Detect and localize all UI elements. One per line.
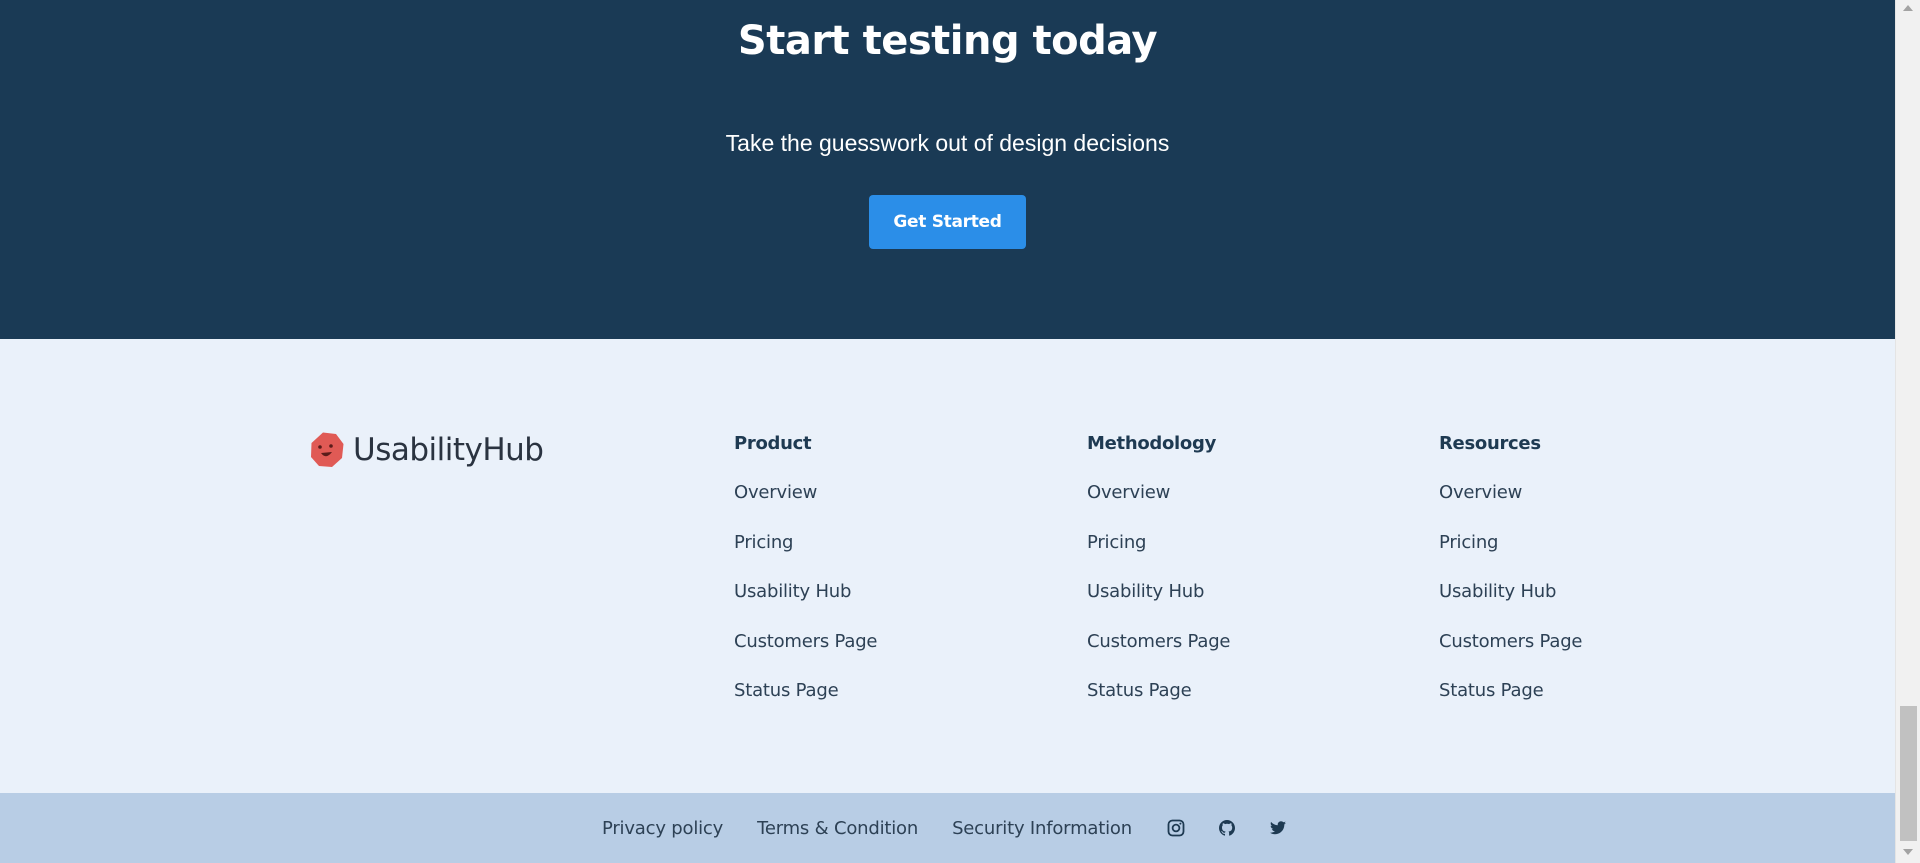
cta-subtitle: Take the guesswork out of design decisio… — [725, 130, 1170, 156]
scroll-up-arrow-icon[interactable] — [1903, 5, 1913, 11]
vertical-scrollbar[interactable] — [1895, 0, 1920, 863]
instagram-icon[interactable] — [1166, 818, 1186, 838]
footer-link[interactable]: Usability Hub — [1087, 579, 1337, 605]
footer-column-methodology: Methodology Overview Pricing Usability H… — [1087, 431, 1337, 704]
footer-link[interactable]: Pricing — [734, 530, 984, 556]
footer-link[interactable]: Overview — [734, 480, 984, 506]
usabilityhub-logo-icon — [311, 432, 344, 467]
footer-link[interactable]: Pricing — [1439, 530, 1689, 556]
scrollbar-thumb[interactable] — [1900, 706, 1917, 841]
page: Start testing today Take the guesswork o… — [0, 0, 1920, 863]
footer-column-resources: Resources Overview Pricing Usability Hub… — [1439, 431, 1689, 704]
footer-link[interactable]: Usability Hub — [1439, 579, 1689, 605]
footer-link[interactable]: Pricing — [1087, 530, 1337, 556]
get-started-button[interactable]: Get Started — [869, 195, 1026, 249]
column-heading: Resources — [1439, 433, 1541, 454]
footer-link[interactable]: Status Page — [1439, 678, 1689, 704]
footer-link[interactable]: Customers Page — [1087, 629, 1337, 655]
bottom-bar: Privacy policy Terms & Condition Securit… — [0, 793, 1895, 863]
github-icon[interactable] — [1217, 818, 1237, 838]
privacy-policy-link[interactable]: Privacy policy — [602, 818, 723, 839]
footer-link[interactable]: Status Page — [1087, 678, 1337, 704]
footer-link[interactable]: Usability Hub — [734, 579, 984, 605]
scroll-down-arrow-icon[interactable] — [1903, 849, 1913, 855]
terms-condition-link[interactable]: Terms & Condition — [757, 818, 918, 839]
footer-link[interactable]: Overview — [1439, 480, 1689, 506]
footer-link[interactable]: Overview — [1087, 480, 1337, 506]
footer-column-product: Product Overview Pricing Usability Hub C… — [734, 431, 984, 704]
footer-link[interactable]: Customers Page — [734, 629, 984, 655]
main-content: Start testing today Take the guesswork o… — [0, 0, 1895, 863]
bottom-bar-links: Privacy policy Terms & Condition Securit… — [602, 793, 1319, 863]
cta-title: Start testing today — [737, 18, 1158, 64]
cta-section: Start testing today Take the guesswork o… — [0, 0, 1895, 339]
twitter-icon[interactable] — [1268, 818, 1288, 838]
footer-link[interactable]: Customers Page — [1439, 629, 1689, 655]
column-heading: Methodology — [1087, 433, 1217, 454]
column-heading: Product — [734, 433, 812, 454]
footer-link[interactable]: Status Page — [734, 678, 984, 704]
footer: UsabilityHub Product Overview Pricing Us… — [0, 339, 1895, 793]
security-information-link[interactable]: Security Information — [952, 818, 1132, 839]
brand-name: UsabilityHub — [353, 432, 544, 468]
brand-logo-link[interactable]: UsabilityHub — [309, 430, 544, 470]
